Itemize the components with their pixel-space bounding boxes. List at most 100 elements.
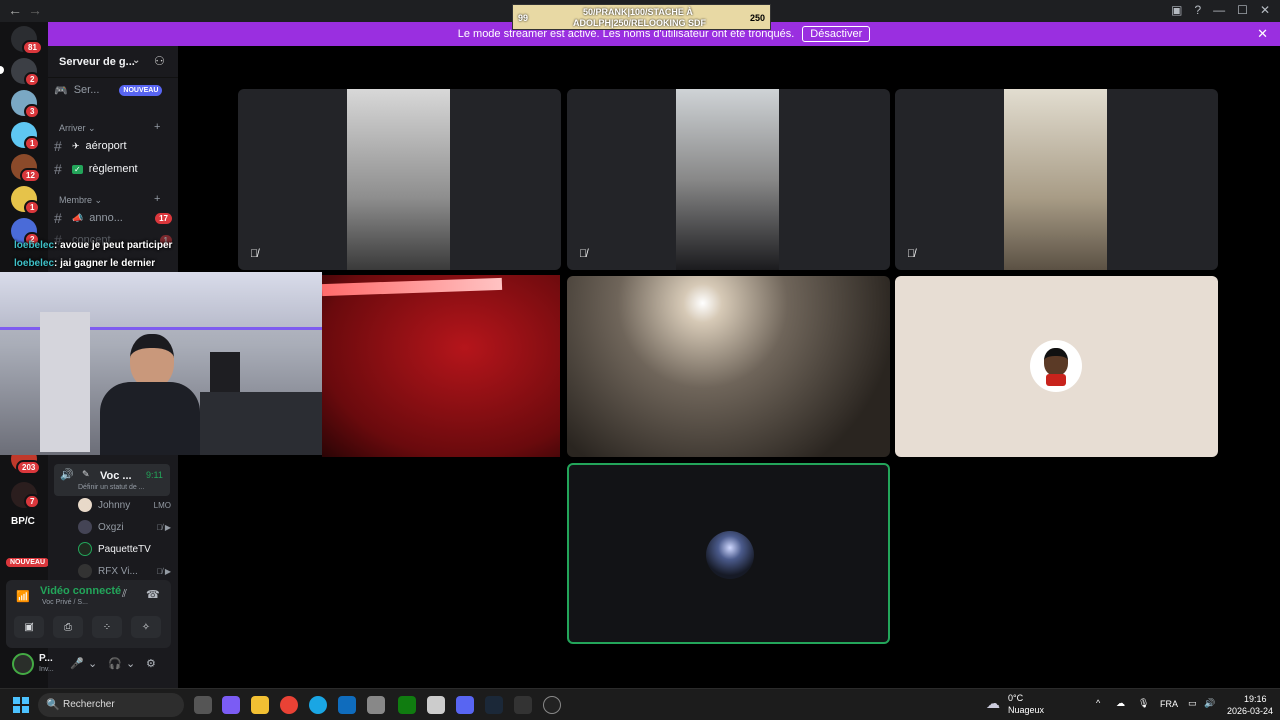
xbox-icon[interactable] <box>398 696 416 714</box>
new-server-badge: NOUVEAU <box>4 556 52 569</box>
promo-label: Ser... <box>73 84 100 96</box>
chevron-down-icon[interactable]: ⌄ <box>126 657 135 670</box>
clock-time[interactable]: 19:16 <box>1244 694 1267 704</box>
taskbar-search[interactable]: 🔍 Rechercher <box>38 693 184 717</box>
language-indicator[interactable]: FRA <box>1160 699 1178 709</box>
video-tile[interactable]: 🎙̸ <box>238 89 561 270</box>
disconnect-icon[interactable]: ☎ <box>146 588 160 601</box>
obs-icon[interactable] <box>543 696 561 714</box>
screen-share-button[interactable]: ⎙ <box>53 616 83 638</box>
home-badge: 81 <box>22 40 43 55</box>
avatar <box>78 520 92 534</box>
signal-icon: 📶 <box>16 591 30 603</box>
avatar <box>78 564 92 578</box>
tray-app-icon[interactable]: ☁ <box>1116 698 1125 709</box>
server-label-bpc[interactable]: BP/C <box>11 516 35 527</box>
weather-temp[interactable]: 0°C <box>1008 693 1023 703</box>
network-icon[interactable]: ▭ <box>1188 698 1197 709</box>
maximize-icon[interactable]: ☐ <box>1237 3 1248 17</box>
video-tile-avatar[interactable] <box>895 276 1218 457</box>
add-channel-icon[interactable]: + <box>154 193 160 205</box>
close-banner-icon[interactable]: ✕ <box>1257 26 1268 42</box>
search-label: Rechercher <box>63 699 115 710</box>
microphone-icon[interactable]: 🎤 <box>70 657 84 670</box>
voice-member[interactable]: Johnny LMO <box>78 498 173 512</box>
server-promo-row[interactable]: 🎮 Ser... NOUVEAU <box>54 80 172 100</box>
check-icon: ✓ <box>72 164 83 174</box>
video-tile[interactable]: 🎙̸ <box>895 89 1218 270</box>
gamepad-icon: 🎮 <box>54 84 68 97</box>
noise-suppression-icon[interactable]: ⫽ <box>122 588 127 601</box>
member-name: Oxgzi <box>98 521 124 533</box>
volume-icon[interactable]: 🔊 <box>1204 698 1215 709</box>
tray-mic-icon[interactable]: 🎙 <box>1138 698 1149 709</box>
user-name: P... <box>39 653 53 664</box>
video-tile[interactable]: 🎙̸ <box>567 89 890 270</box>
clock-date[interactable]: 2026-03-24 <box>1227 706 1273 716</box>
back-arrow-icon[interactable]: ← <box>8 2 22 18</box>
activities-button[interactable]: ⁘ <box>92 616 122 638</box>
minimize-icon[interactable]: — <box>1213 3 1225 17</box>
add-member-icon[interactable]: ⚇ <box>154 54 165 68</box>
close-window-icon[interactable]: ✕ <box>1260 3 1270 17</box>
soundboard-button[interactable]: ✧ <box>131 616 161 638</box>
server-badge: 1 <box>24 136 41 151</box>
avatar[interactable] <box>12 653 34 675</box>
windows-start-icon[interactable] <box>13 697 29 713</box>
video-tile-red[interactable] <box>321 275 560 457</box>
disable-streamer-button[interactable]: Désactiver <box>802 26 871 42</box>
server-badge: 3 <box>24 104 41 119</box>
video-tile[interactable] <box>567 276 890 457</box>
video-tile-speaking[interactable] <box>567 463 890 644</box>
channel-announcements[interactable]: # 📣 anno... 17 <box>54 208 172 228</box>
plane-icon: ✈ <box>72 140 80 151</box>
file-explorer-icon[interactable] <box>251 696 269 714</box>
avatar <box>78 498 92 512</box>
discord-app-icon[interactable] <box>456 696 474 714</box>
server-name: Serveur de g... <box>59 56 135 68</box>
tray-chevron-icon[interactable]: ^ <box>1096 698 1100 708</box>
store-icon[interactable] <box>427 696 445 714</box>
goal-left-count: 99 <box>518 13 529 23</box>
channel-aeroport[interactable]: # ✈ aéroport <box>54 136 172 156</box>
stream-goal-overlay: 99 50/PRANK|100/STACHE À ADOLPH|250/RELO… <box>512 4 771 30</box>
voice-member[interactable]: RFX Vi... 🎙̸ ▶ <box>78 564 173 578</box>
voice-timer: 9:11 <box>146 470 163 480</box>
connection-subtitle[interactable]: Voc Privé / S... <box>42 599 88 606</box>
add-channel-icon[interactable]: + <box>154 121 160 133</box>
mention-badge: 17 <box>155 212 172 224</box>
inbox-icon[interactable]: ▣ <box>1171 3 1182 17</box>
headphones-icon[interactable]: 🎧 <box>108 657 122 670</box>
chevron-down-icon[interactable]: ⌄ <box>88 657 97 670</box>
hash-icon: # <box>54 210 62 226</box>
server-header[interactable]: Serveur de g... ⌄ ⚇ <box>48 46 178 78</box>
avatar <box>78 542 92 556</box>
steam-icon[interactable] <box>485 696 503 714</box>
voice-member[interactable]: Oxgzi 🎙̸ ▶ <box>78 520 173 534</box>
camera-off-button[interactable]: ▣̸ <box>14 616 44 638</box>
category-arriver[interactable]: Arriver ⌄ + <box>59 121 160 134</box>
settings-gear-icon[interactable]: ⚙ <box>146 657 156 670</box>
chrome-icon[interactable] <box>280 696 298 714</box>
voice-channel-label: Voc ... <box>100 470 132 482</box>
user-panel: P... Inv... 🎤 ⌄ 🎧 ⌄ ⚙ <box>6 650 171 680</box>
chat-overlay-message: loebelec: jai gagner le dernier <box>14 258 155 269</box>
voice-member[interactable]: PaquetteTV <box>78 542 173 556</box>
weather-desc[interactable]: Nuageux <box>1008 705 1044 715</box>
outlook-icon[interactable] <box>338 696 356 714</box>
forward-arrow-icon[interactable]: → <box>28 2 42 18</box>
voice-channel[interactable]: 🔊 ✎ Voc ... 9:11 Définir un statut de ..… <box>54 464 170 496</box>
app-icon[interactable] <box>514 696 532 714</box>
help-icon[interactable]: ? <box>1194 3 1201 17</box>
voice-status[interactable]: Définir un statut de ... <box>78 484 145 491</box>
cloud-icon: ☁ <box>986 695 1000 711</box>
edge-icon[interactable] <box>309 696 327 714</box>
server-badge: 7 <box>24 494 41 509</box>
channel-reglement[interactable]: # ✓ règlement <box>54 159 172 179</box>
chat-overlay-message: loebelec: avoue je peut participer <box>14 240 172 251</box>
unread-pill <box>0 66 4 74</box>
task-view-icon[interactable] <box>194 696 212 714</box>
copilot-icon[interactable] <box>222 696 240 714</box>
settings-app-icon[interactable] <box>367 696 385 714</box>
category-membre[interactable]: Membre ⌄ + <box>59 193 160 206</box>
